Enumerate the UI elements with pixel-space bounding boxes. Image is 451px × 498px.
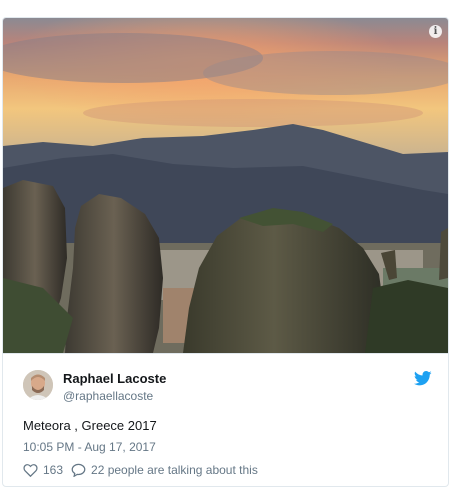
tweet-actions: 163 22 people are talking about this <box>23 463 258 477</box>
like-count: 163 <box>43 463 64 477</box>
tweet-text: Meteora , Greece 2017 <box>23 418 157 433</box>
twitter-bird-icon[interactable] <box>413 371 432 386</box>
tweet-timestamp[interactable]: 10:05 PM - Aug 17, 2017 <box>23 440 156 454</box>
tweet-body: Raphael Lacoste @raphaellacoste Meteora … <box>3 353 448 486</box>
avatar-portrait-icon <box>23 370 53 400</box>
avatar[interactable] <box>23 370 53 400</box>
talking-count: 22 people are talking about this <box>91 463 258 477</box>
author-handle[interactable]: @raphaellacoste <box>63 389 153 403</box>
like-button[interactable]: 163 <box>23 463 63 477</box>
tweet-photo[interactable]: i <box>3 18 448 353</box>
meteora-landscape-image <box>3 18 448 353</box>
speech-bubble-icon <box>71 463 86 477</box>
conversation-button[interactable]: 22 people are talking about this <box>71 463 258 477</box>
heart-icon <box>23 464 38 477</box>
embedded-tweet-card[interactable]: i Raphael Lacoste @raphaellacoste Meteor… <box>2 17 449 487</box>
info-icon[interactable]: i <box>429 25 442 38</box>
author-name[interactable]: Raphael Lacoste <box>63 371 166 386</box>
